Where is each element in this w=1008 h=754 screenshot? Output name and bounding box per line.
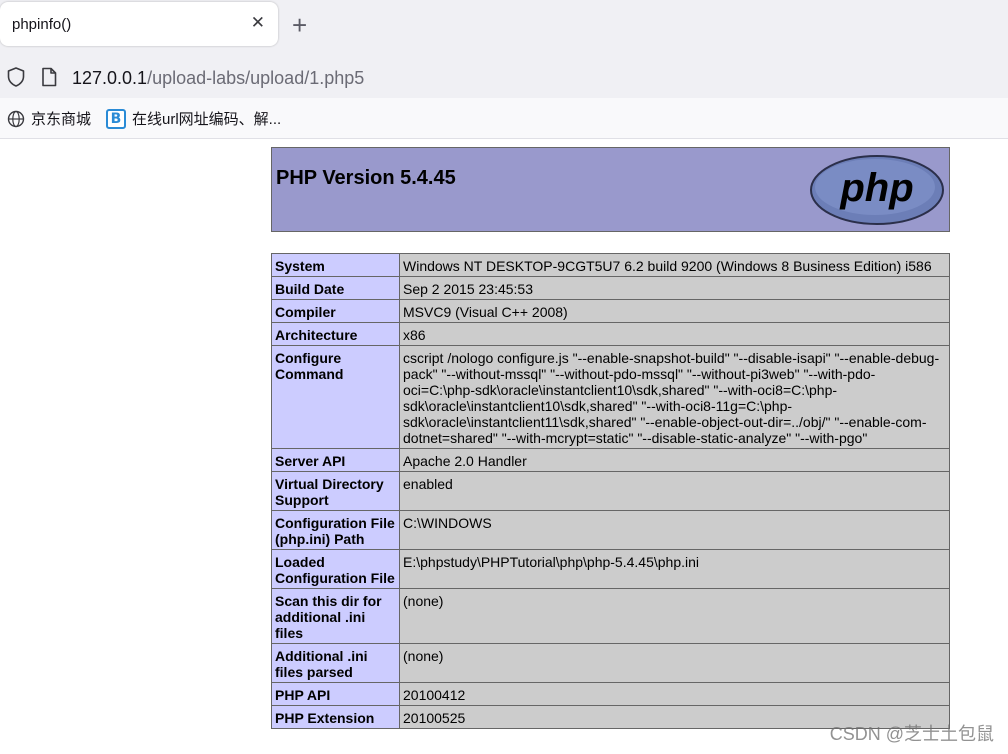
row-value: Sep 2 2015 23:45:53 — [399, 276, 950, 300]
tab-title: phpinfo() — [12, 16, 72, 33]
bookmark-url-encode[interactable]: B 在线url网址编码、解... — [106, 108, 281, 129]
bookmark-label: 在线url网址编码、解... — [132, 111, 282, 128]
url-text[interactable]: 127.0.0.1/upload-labs/upload/1.php5 — [72, 68, 364, 89]
php-logo[interactable]: php — [809, 154, 945, 226]
row-label: Build Date — [271, 276, 400, 300]
table-row: Configuration File (php.ini) Path C:\WIND… — [271, 510, 950, 550]
row-value: Apache 2.0 Handler — [399, 448, 950, 472]
globe-icon — [7, 110, 25, 127]
row-value: C:\WINDOWS — [399, 510, 950, 550]
table-row: Loaded Configuration File E:\phpstudy\PHP… — [271, 549, 950, 589]
url-host: 127.0.0.1 — [72, 68, 148, 88]
b-icon: B — [106, 108, 126, 129]
navigation-bar: 127.0.0.1/upload-labs/upload/1.php5 — [0, 52, 1008, 98]
row-label: Configuration File (php.ini) Path — [271, 510, 400, 550]
table-row: System Windows NT DESKTOP-9CGT5U7 6.2 bui… — [271, 253, 950, 277]
table-row: Configure Command cscript /nologo configu… — [271, 345, 950, 449]
row-value: (none) — [399, 588, 950, 644]
info-rows: System Windows NT DESKTOP-9CGT5U7 6.2 bui… — [271, 253, 950, 729]
row-value: (none) — [399, 643, 950, 683]
php-header: PHP Version 5.4.45 php — [271, 147, 950, 232]
row-label: PHP API — [271, 682, 400, 706]
row-label: Configure Command — [271, 345, 400, 449]
row-value: Windows NT DESKTOP-9CGT5U7 6.2 build 920… — [399, 253, 950, 277]
row-value: 20100412 — [399, 682, 950, 706]
page-content: PHP Version 5.4.45 php System Windows NT … — [0, 139, 1008, 754]
table-row: Compiler MSVC9 (Visual C++ 2008) — [271, 299, 950, 323]
tab-bar: phpinfo() ✕ + — [0, 0, 1008, 52]
row-label: Loaded Configuration File — [271, 549, 400, 589]
row-label: Server API — [271, 448, 400, 472]
watermark: CSDN @芝士土包鼠 — [829, 724, 994, 744]
new-tab-button[interactable]: + — [292, 9, 307, 41]
row-label: Scan this dir for additional .ini files — [271, 588, 400, 644]
tab-phpinfo[interactable]: phpinfo() ✕ — [0, 2, 278, 46]
row-label: Virtual Directory Support — [271, 471, 400, 511]
table-row: Additional .ini files parsed (none) — [271, 643, 950, 683]
table-row: Build Date Sep 2 2015 23:45:53 — [271, 276, 950, 300]
table-row: Virtual Directory Support enabled — [271, 471, 950, 511]
table-row: Architecture x86 — [271, 322, 950, 346]
row-label: System — [271, 253, 400, 277]
row-value: E:\phpstudy\PHPTutorial\php\php-5.4.45\p… — [399, 549, 950, 589]
row-label: Architecture — [271, 322, 400, 346]
url-path: /upload-labs/upload/1.php5 — [147, 68, 365, 88]
php-logo-text: php — [839, 166, 913, 210]
bookmarks-toolbar: 京东商城 B 在线url网址编码、解... — [0, 98, 1008, 139]
page-title: PHP Version 5.4.45 — [276, 167, 456, 189]
bookmark-jd[interactable]: 京东商城 — [7, 108, 91, 129]
page-icon[interactable] — [41, 67, 57, 87]
address-bar[interactable]: 127.0.0.1/upload-labs/upload/1.php5 — [0, 56, 1008, 96]
close-icon[interactable]: ✕ — [251, 13, 265, 33]
row-label: Additional .ini files parsed — [271, 643, 400, 683]
row-value: MSVC9 (Visual C++ 2008) — [399, 299, 950, 323]
info-table: System Windows NT DESKTOP-9CGT5U7 6.2 bui… — [271, 253, 950, 729]
row-label: Compiler — [271, 299, 400, 323]
bookmark-label: 京东商城 — [31, 111, 92, 128]
table-row: Scan this dir for additional .ini files(… — [271, 588, 950, 644]
row-label: PHP Extension — [271, 705, 400, 729]
table-row: Server API Apache 2.0 Handler — [271, 448, 950, 472]
row-value: enabled — [399, 471, 950, 511]
row-value: x86 — [399, 322, 950, 346]
row-value: cscript /nologo configure.js "--enable-s… — [399, 345, 950, 449]
shield-icon[interactable] — [7, 67, 25, 87]
table-row: PHP API 20100412 — [271, 682, 950, 706]
